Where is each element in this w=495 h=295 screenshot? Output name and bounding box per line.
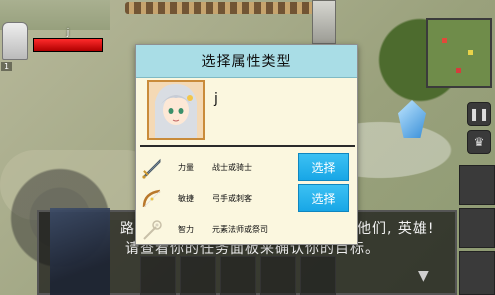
- character-name: j: [214, 91, 218, 107]
- staff-icon: [143, 220, 162, 240]
- modal-title: 选择属性类型: [136, 45, 357, 78]
- character-portrait: [147, 80, 205, 140]
- select-strength-button[interactable]: 选择: [298, 153, 349, 181]
- weapon-slot-axe[interactable]: [459, 251, 495, 295]
- teleport-crystal: [398, 100, 426, 138]
- dialog-line1-start: 路: [120, 221, 135, 237]
- skill-slot[interactable]: [220, 256, 256, 295]
- attribute-class-desc: 元素法师或祭司: [212, 225, 268, 234]
- player-avatar[interactable]: [2, 22, 28, 60]
- attribute-name: 敏捷: [178, 194, 194, 203]
- character-portrait-image: [149, 82, 203, 138]
- pause-icon: ❚❚: [468, 107, 490, 121]
- hp-bar: [33, 38, 103, 52]
- level-tag: 1: [1, 62, 13, 71]
- attribute-class-desc: 战士或骑士: [212, 163, 252, 172]
- ranking-button[interactable]: ♛: [467, 130, 491, 154]
- bow-icon: [142, 189, 161, 208]
- dialog-line1-end: 他们, 英雄!: [357, 221, 435, 237]
- sword-icon: [142, 158, 161, 179]
- select-agility-button[interactable]: 选择: [298, 184, 349, 212]
- pause-button[interactable]: ❚❚: [467, 102, 491, 126]
- stone-pillar: [312, 0, 336, 44]
- attribute-name: 智力: [178, 225, 194, 234]
- dialog-next-icon[interactable]: ▼: [418, 268, 429, 284]
- skill-slot[interactable]: [260, 256, 296, 295]
- npc-portrait: [50, 208, 110, 295]
- skill-slot[interactable]: [180, 256, 216, 295]
- skill-slot[interactable]: [140, 256, 176, 295]
- minimap-marker: [468, 50, 473, 55]
- weapon-slot-sword[interactable]: [459, 165, 495, 205]
- minimap[interactable]: [426, 18, 492, 88]
- minimap-marker: [456, 68, 461, 73]
- skill-slot[interactable]: [300, 256, 336, 295]
- attribute-row-strength: 力量 战士或骑士 选择: [136, 153, 359, 183]
- divider: [140, 145, 355, 147]
- attribute-row-agility: 敏捷 弓手或刺客 选择: [136, 184, 359, 214]
- trophy-icon: ♛: [473, 135, 485, 149]
- hp-fill: [34, 39, 102, 51]
- attribute-row-intelligence: 智力 元素法师或祭司: [136, 215, 359, 245]
- weapon-slot-bow[interactable]: [459, 208, 495, 248]
- attribute-selection-modal: 选择属性类型 j 力量 战士或骑士 选择 敏捷 弓手或刺客 选择 智力 元素法师…: [135, 44, 358, 245]
- attribute-class-desc: 弓手或刺客: [212, 194, 252, 203]
- minimap-marker: [442, 38, 447, 43]
- wooden-fence: [125, 2, 315, 14]
- hud-player-name: j: [66, 28, 70, 38]
- attribute-name: 力量: [178, 163, 194, 172]
